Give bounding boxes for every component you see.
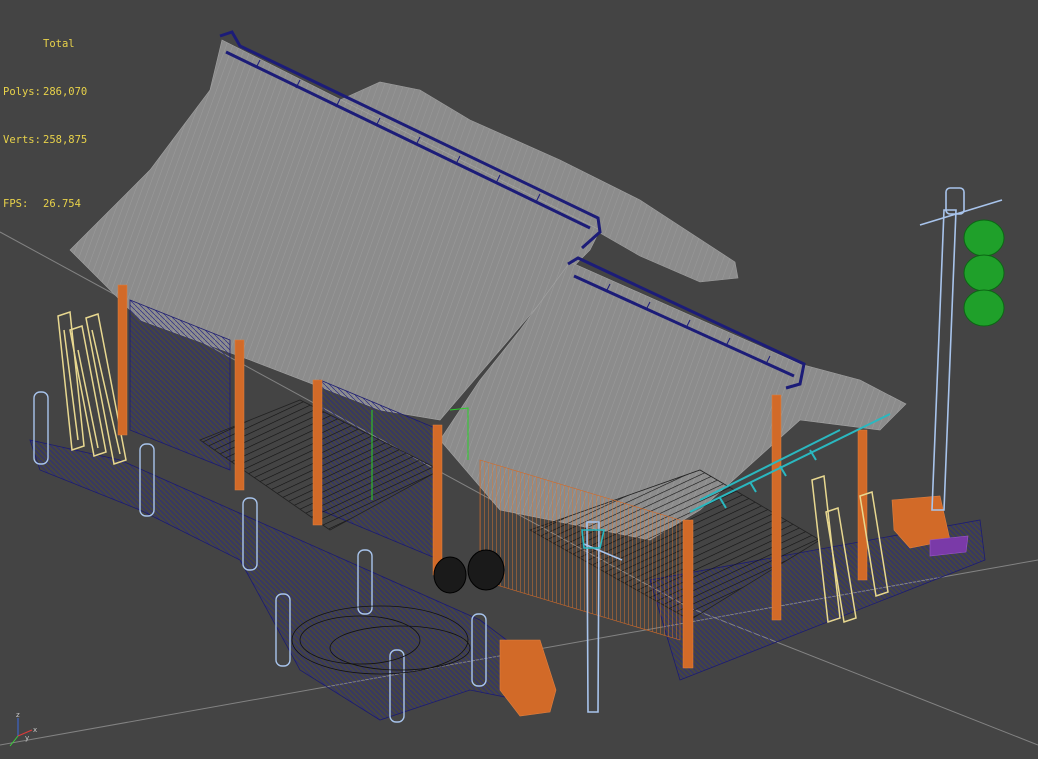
- verts-value: 258,875: [43, 134, 88, 146]
- verts-label: Verts:: [3, 134, 41, 146]
- viewport-statistics: Total Polys: 286,070 Verts: 258,875 FPS: 26…: [3, 4, 87, 244]
- left-fence-planks: [57, 310, 127, 465]
- green-lanterns: [963, 219, 1005, 327]
- axis-y-label: y: [25, 734, 29, 742]
- baskets: [433, 549, 505, 594]
- polys-label: Polys:: [3, 86, 41, 98]
- 3d-viewport[interactable]: Total Polys: 286,070 Verts: 258,875 FPS: 26…: [0, 0, 1038, 759]
- axis-x-label: x: [33, 726, 37, 734]
- axis-z-label: z: [16, 711, 20, 719]
- wireframe-scene[interactable]: [0, 0, 1038, 759]
- fps-label: FPS:: [3, 198, 29, 210]
- fps-value: 26.754: [43, 198, 81, 210]
- axis-tripod-icon: z x y: [9, 711, 37, 747]
- stats-title: Total: [43, 38, 75, 50]
- polys-value: 286,070: [43, 86, 88, 98]
